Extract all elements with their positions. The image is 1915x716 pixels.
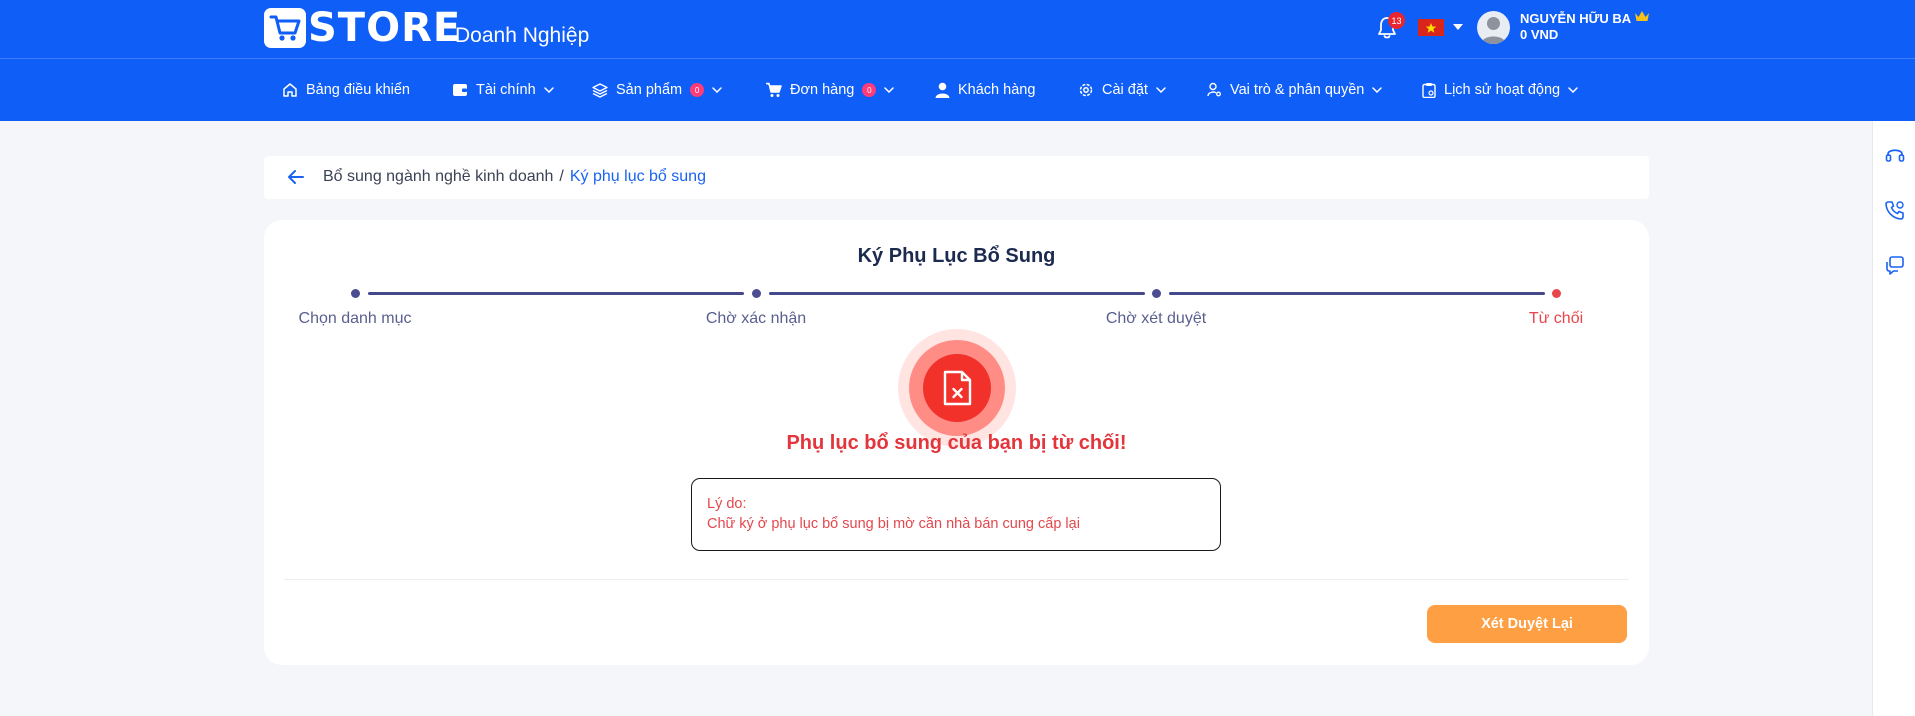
notification-badge: 13 bbox=[1388, 12, 1405, 29]
breadcrumb-trail: Bổ sung ngành nghề kinh doanh / Ký phụ lục… bbox=[323, 168, 706, 186]
nav-item-products[interactable]: Sản phẩm 0 bbox=[592, 59, 722, 121]
wallet-icon bbox=[452, 83, 468, 97]
step-dot bbox=[351, 289, 360, 298]
user-icon bbox=[935, 82, 950, 98]
main-nav: Bảng điều khiển Tài chính Sản phẩm 0 Đơn… bbox=[0, 59, 1915, 121]
top-header: STORE Doanh Nghiệp 13 NGUYỄN HỮU BA 0 VN… bbox=[0, 0, 1915, 58]
nav-item-label: Bảng điều khiển bbox=[306, 82, 410, 98]
nav-item-label: Tài chính bbox=[476, 82, 536, 98]
clipboard-icon bbox=[1422, 82, 1436, 98]
cart-icon bbox=[765, 82, 782, 98]
crown-icon bbox=[1634, 10, 1650, 28]
step-label-rejected: Từ chối bbox=[1528, 310, 1584, 327]
nav-badge: 0 bbox=[862, 83, 877, 97]
appendix-card: Ký Phụ Lục Bổ Sung Chọn danh mục Chờ xác… bbox=[264, 220, 1649, 665]
step-dot bbox=[752, 289, 761, 298]
logo-text: STORE bbox=[308, 5, 462, 51]
avatar-icon[interactable] bbox=[1477, 11, 1510, 44]
nav-badge: 0 bbox=[690, 83, 705, 97]
back-arrow-icon[interactable] bbox=[286, 167, 306, 192]
user-name[interactable]: NGUYỄN HỮU BA bbox=[1520, 11, 1631, 26]
nav-item-label: Cài đặt bbox=[1102, 82, 1148, 98]
home-icon bbox=[282, 82, 298, 98]
rejection-message: Phụ lục bổ sung của bạn bị từ chối! bbox=[786, 432, 1127, 454]
gear-icon bbox=[1078, 82, 1094, 98]
nav-item-finance[interactable]: Tài chính bbox=[452, 59, 554, 121]
layers-icon bbox=[592, 82, 608, 98]
rejected-document-icon bbox=[897, 328, 1017, 448]
chevron-down-icon bbox=[1156, 87, 1166, 93]
re-review-button[interactable]: Xét Duyệt Lại bbox=[1427, 605, 1627, 643]
reason-label: Lý do: bbox=[707, 496, 747, 512]
chevron-down-icon bbox=[543, 87, 554, 93]
reason-text: Chữ ký ở phụ lục bổ sung bị mờ cần nhà b… bbox=[707, 516, 1080, 532]
step-label: Chờ xét duyệt bbox=[1105, 310, 1207, 327]
breadcrumb-parent[interactable]: Bổ sung ngành nghề kinh doanh bbox=[323, 168, 553, 185]
nav-item-label: Lịch sử hoạt động bbox=[1444, 82, 1561, 98]
rejection-reason-box: Lý do: Chữ ký ở phụ lục bổ sung bị mờ cầ… bbox=[691, 478, 1221, 551]
phone-icon[interactable] bbox=[1884, 199, 1906, 221]
nav-item-label: Sản phẩm bbox=[616, 82, 683, 98]
nav-item-label: Vai trò & phân quyền bbox=[1230, 82, 1365, 98]
breadcrumb-separator: / bbox=[559, 168, 564, 185]
vietnam-flag-icon[interactable] bbox=[1418, 19, 1444, 36]
chevron-down-icon bbox=[712, 87, 722, 93]
card-divider bbox=[284, 579, 1629, 580]
chevron-down-icon bbox=[884, 87, 895, 93]
headset-icon[interactable] bbox=[1884, 144, 1906, 166]
nav-item-label: Khách hàng bbox=[958, 82, 1036, 98]
step-connector bbox=[368, 292, 744, 295]
chevron-down-icon bbox=[1568, 87, 1578, 93]
nav-item-customers[interactable]: Khách hàng bbox=[935, 59, 1035, 121]
breadcrumb: Bổ sung ngành nghề kinh doanh / Ký phụ lục… bbox=[264, 156, 1649, 199]
breadcrumb-current: Ký phụ lục bổ sung bbox=[569, 168, 706, 185]
progress-stepper: Chọn danh mục Chờ xác nhận Chờ xét duyệt… bbox=[264, 220, 1649, 330]
nav-item-dashboard[interactable]: Bảng điều khiển bbox=[282, 59, 410, 121]
nav-item-orders[interactable]: Đơn hàng 0 bbox=[765, 59, 895, 121]
brand-subtitle: Doanh Nghiệp bbox=[455, 24, 590, 47]
step-dot bbox=[1152, 289, 1161, 298]
nav-item-settings[interactable]: Cài đặt bbox=[1078, 59, 1166, 121]
chat-icon[interactable] bbox=[1884, 254, 1906, 276]
caret-down-icon[interactable] bbox=[1453, 24, 1463, 30]
chevron-down-icon bbox=[1372, 87, 1383, 93]
nav-item-roles[interactable]: Vai trò & phân quyền bbox=[1207, 59, 1383, 121]
step-connector bbox=[1169, 292, 1545, 295]
user-key-icon bbox=[1207, 82, 1222, 98]
step-connector bbox=[769, 292, 1145, 295]
step-label: Chờ xác nhận bbox=[705, 310, 807, 327]
right-support-rail bbox=[1872, 121, 1915, 716]
store-logo[interactable]: STORE bbox=[264, 8, 461, 48]
step-label: Chọn danh mục bbox=[298, 310, 412, 327]
step-dot-rejected bbox=[1552, 289, 1561, 298]
nav-item-label: Đơn hàng bbox=[790, 82, 855, 98]
user-balance: 0 VND bbox=[1520, 27, 1559, 42]
nav-item-activity-log[interactable]: Lịch sử hoạt động bbox=[1422, 59, 1578, 121]
cart-logo-icon bbox=[264, 8, 306, 48]
